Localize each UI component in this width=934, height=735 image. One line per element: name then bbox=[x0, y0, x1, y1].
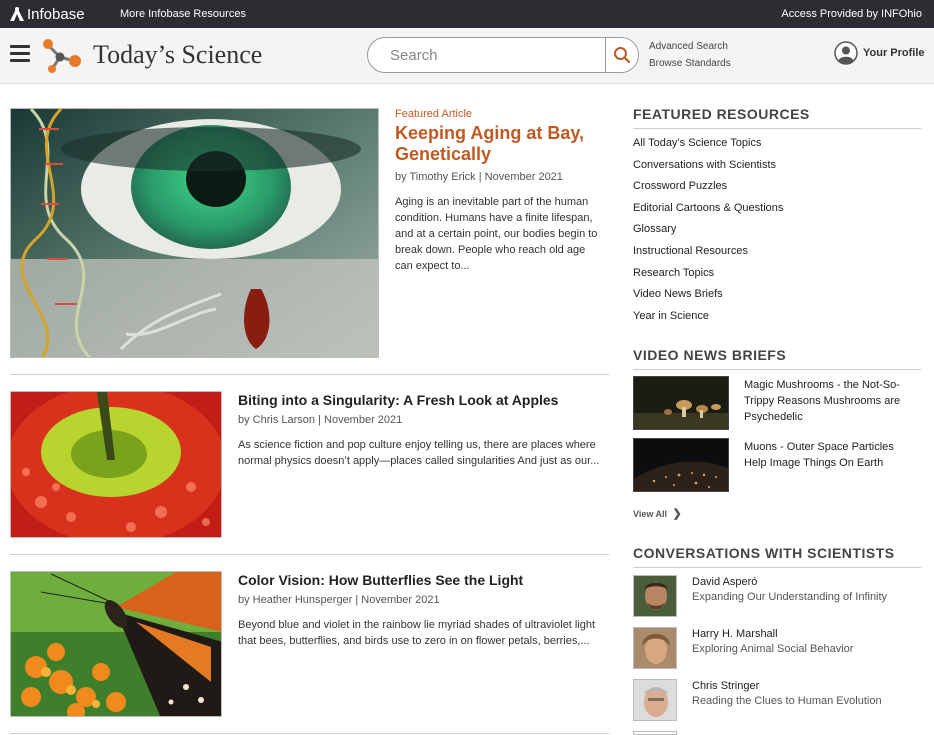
video-title-mushrooms[interactable]: Magic Mushrooms - the Not-So-Trippy Reas… bbox=[744, 377, 914, 425]
infobase-logo-icon bbox=[10, 7, 24, 21]
featured-article-byline: by Timothy Erick | November 2021 bbox=[395, 171, 563, 183]
butterfly-article-image[interactable] bbox=[10, 571, 222, 717]
butterfly-article-title[interactable]: Color Vision: How Butterflies See the Li… bbox=[238, 572, 523, 588]
scientist-topic[interactable]: Expanding Our Understanding of Infinity bbox=[692, 591, 887, 603]
scientist-photo[interactable] bbox=[633, 627, 677, 669]
resource-link-all-topics[interactable]: All Today’s Science Topics bbox=[633, 137, 761, 149]
conversations-heading: CONVERSATIONS WITH SCIENTISTS bbox=[633, 545, 921, 568]
advanced-search-link[interactable]: Advanced Search bbox=[649, 41, 728, 52]
resource-link-instructional[interactable]: Instructional Resources bbox=[633, 245, 748, 257]
resource-link-video-news[interactable]: Video News Briefs bbox=[633, 288, 723, 300]
scientist-name[interactable]: Harry H. Marshall bbox=[692, 628, 778, 640]
scientist-photo[interactable] bbox=[633, 575, 677, 617]
search-input[interactable] bbox=[368, 38, 606, 72]
article-divider bbox=[10, 374, 609, 375]
scientist-portrait bbox=[634, 576, 676, 616]
resource-link-research-topics[interactable]: Research Topics bbox=[633, 267, 714, 279]
chevron-right-icon: ❯ bbox=[672, 508, 682, 520]
featured-article-excerpt: Aging is an inevitable part of the human… bbox=[395, 196, 598, 272]
access-provider: Access Provided by INFOhio bbox=[781, 8, 922, 20]
eye-dna-illustration bbox=[11, 109, 378, 357]
resource-link-glossary[interactable]: Glossary bbox=[633, 223, 676, 235]
resource-link-crossword[interactable]: Crossword Puzzles bbox=[633, 180, 727, 192]
scientist-portrait bbox=[634, 680, 676, 720]
resource-link-conversations[interactable]: Conversations with Scientists bbox=[633, 159, 776, 171]
video-thumbnail[interactable] bbox=[633, 438, 729, 492]
browse-standards-link[interactable]: Browse Standards bbox=[649, 58, 731, 69]
profile-button[interactable]: Your Profile bbox=[834, 41, 925, 65]
site-title[interactable]: Today’s Science bbox=[93, 40, 262, 70]
search-box bbox=[367, 37, 639, 73]
featured-article-title[interactable]: Keeping Aging at Bay, Genetically bbox=[395, 123, 605, 165]
scientist-photo[interactable] bbox=[633, 679, 677, 721]
video-title-muons[interactable]: Muons - Outer Space Particles Help Image… bbox=[744, 439, 914, 471]
apple-article-title[interactable]: Biting into a Singularity: A Fresh Look … bbox=[238, 392, 558, 408]
view-all-videos-link[interactable]: View All ❯ bbox=[633, 507, 682, 520]
infobase-logo-text: Infobase bbox=[27, 5, 85, 23]
resource-link-cartoons[interactable]: Editorial Cartoons & Questions bbox=[633, 202, 783, 214]
scientist-topic[interactable]: Reading the Clues to Human Evolution bbox=[692, 695, 882, 707]
resource-link-year-in-science[interactable]: Year in Science bbox=[633, 310, 709, 322]
todays-science-logo-icon[interactable] bbox=[40, 35, 84, 75]
apple-article-image[interactable] bbox=[10, 391, 222, 538]
top-bar: Infobase More Infobase Resources Access … bbox=[0, 0, 934, 28]
featured-article-label: Featured Article bbox=[395, 108, 473, 120]
video-thumbnail[interactable] bbox=[633, 376, 729, 430]
article-divider bbox=[10, 554, 609, 555]
mushrooms-thumbnail bbox=[634, 377, 728, 429]
view-all-label: View All bbox=[633, 509, 668, 519]
butterfly-illustration bbox=[11, 572, 221, 716]
featured-resources-heading: FEATURED RESOURCES bbox=[633, 106, 921, 129]
butterfly-article-excerpt: Beyond blue and violet in the rainbow li… bbox=[238, 619, 596, 647]
more-resources-link[interactable]: More Infobase Resources bbox=[120, 8, 246, 20]
scientist-topic[interactable]: Exploring Animal Social Behavior bbox=[692, 643, 853, 655]
profile-label: Your Profile bbox=[863, 47, 925, 59]
scientist-name[interactable]: David Asperó bbox=[692, 576, 757, 588]
infobase-logo[interactable]: Infobase bbox=[10, 5, 85, 23]
menu-icon[interactable] bbox=[10, 45, 30, 63]
muons-thumbnail bbox=[634, 439, 728, 491]
featured-article-image[interactable] bbox=[10, 108, 379, 358]
apple-article-excerpt: As science fiction and pop culture enjoy… bbox=[238, 439, 600, 467]
site-header: Today’s Science Advanced Search Browse S… bbox=[0, 28, 934, 84]
scientist-portrait bbox=[634, 628, 676, 668]
apple-article-byline: by Chris Larson | November 2021 bbox=[238, 414, 403, 426]
article-divider bbox=[10, 733, 609, 734]
scientist-name[interactable]: Chris Stringer bbox=[692, 680, 759, 692]
scientist-photo[interactable] bbox=[633, 731, 677, 735]
user-avatar-icon bbox=[834, 41, 858, 65]
search-button[interactable] bbox=[605, 38, 638, 72]
apple-illustration bbox=[11, 392, 221, 537]
butterfly-article-byline: by Heather Hunsperger | November 2021 bbox=[238, 594, 440, 606]
video-news-heading: VIDEO NEWS BRIEFS bbox=[633, 347, 921, 370]
search-icon bbox=[614, 47, 631, 64]
